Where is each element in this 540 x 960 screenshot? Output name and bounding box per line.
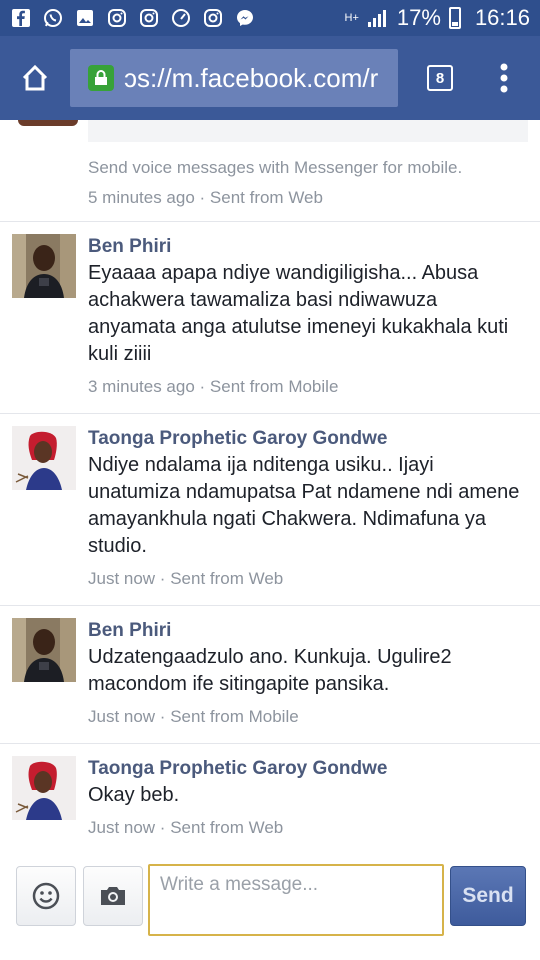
avatar[interactable] [12,234,76,298]
message-meta: Just now · Sent from Mobile [88,707,299,726]
smiley-icon [32,882,60,910]
message-text: Ndiye ndalama ija nditenga usiku.. Ijayi… [88,454,520,557]
camera-button[interactable] [83,866,143,926]
overflow-menu-button[interactable] [484,48,524,108]
send-button[interactable]: Send [450,866,526,926]
home-icon [22,64,48,91]
message-text: Udzatengaadzulo ano. Kunkuja. Ugulire2 m… [88,646,452,695]
camera-icon [101,887,125,905]
sticker-button[interactable] [16,866,76,926]
instagram-icon [202,7,224,29]
message-meta: Just now · Sent from Web [88,569,284,588]
whatsapp-icon [42,7,64,29]
status-bar: H+ 17% 16:16 [0,0,540,36]
messenger-icon [234,7,256,29]
avatar [18,120,78,126]
message-item: Taonga Prophetic Garoy Gondwe Ndiye ndal… [0,414,540,606]
sender-name[interactable]: Ben Phiri [88,234,526,260]
message-item: Taonga Prophetic Garoy Gondwe Okay beb. … [0,744,540,848]
browser-toolbar: ɔs://m.facebook.com/r 8 [0,36,540,120]
facebook-icon [10,7,32,29]
message-item: Send voice messages with Messenger for m… [0,142,540,222]
tab-count: 8 [427,65,453,91]
clock: 16:16 [474,5,530,30]
more-vertical-icon [500,63,508,93]
sender-name[interactable]: Taonga Prophetic Garoy Gondwe [88,426,526,452]
gallery-icon [74,7,96,29]
battery-percent: 17% [396,5,441,30]
avatar[interactable] [12,756,76,820]
attachment-card [88,120,528,142]
message-item: Ben Phiri Udzatengaadzulo ano. Kunkuja. … [0,606,540,744]
speedometer-icon [170,7,192,29]
url-text: ɔs://m.facebook.com/r [124,62,379,93]
system-text: Send voice messages with Messenger for m… [88,158,463,177]
address-bar[interactable]: ɔs://m.facebook.com/r [70,49,398,107]
lock-icon [88,65,114,91]
conversation-thread: Send voice messages with Messenger for m… [0,120,540,848]
signal-icon [367,7,389,29]
message-meta: 5 minutes ago · Sent from Web [88,188,323,207]
avatar[interactable] [12,426,76,490]
instagram-icon [138,7,160,29]
message-input[interactable] [148,864,444,936]
home-button[interactable] [0,36,70,120]
message-meta: 3 minutes ago · Sent from Mobile [88,377,339,396]
message-composer: Send [0,848,540,960]
message-meta: Just now · Sent from Web [88,818,284,837]
message-text: Eyaaaa apapa ndiye wandigiligisha... Abu… [88,262,509,365]
network-type: H+ [344,11,359,24]
message-item: Ben Phiri Eyaaaa apapa ndiye wandigiligi… [0,222,540,414]
sender-name[interactable]: Ben Phiri [88,618,526,644]
instagram-icon [106,7,128,29]
tabs-button[interactable]: 8 [420,58,460,98]
avatar[interactable] [12,618,76,682]
battery-icon [448,7,461,29]
message-text: Okay beb. [88,784,180,806]
sender-name[interactable]: Taonga Prophetic Garoy Gondwe [88,756,526,782]
